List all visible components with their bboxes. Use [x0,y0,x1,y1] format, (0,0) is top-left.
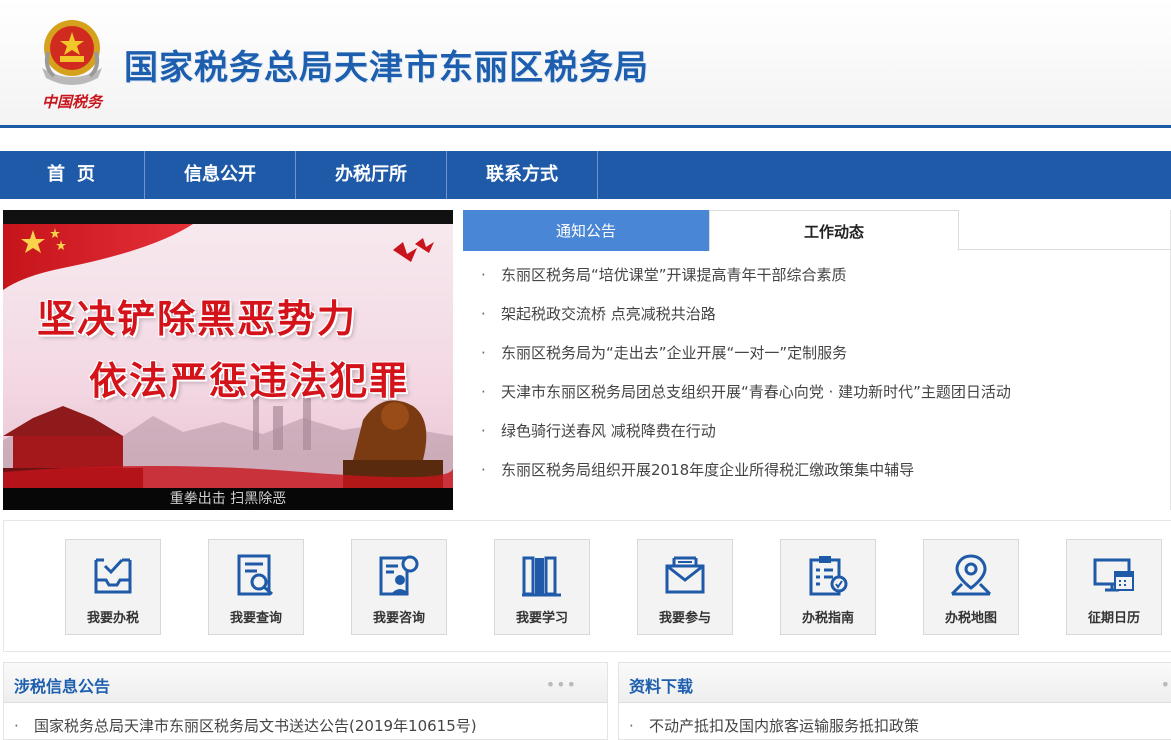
news-link[interactable]: 绿色骑行送春风 减税降费在行动 [501,422,716,440]
list-item[interactable]: · 国家税务总局天津市东丽区税务局文书送达公告(2019年10615号) [14,715,477,736]
news-list: · 东丽区税务局“培优课堂”开课提高青年干部综合素质 · 架起税政交流桥 点亮减税共… [481,264,1011,498]
list-item[interactable]: · 绿色骑行送春风 减税降费在行动 [481,420,1011,459]
tax-notice-section: 涉税信息公告 ••• · 国家税务总局天津市东丽区税务局文书送达公告(2019年1… [3,662,608,740]
quick-link-label: 我要查询 [229,611,282,626]
quick-link-tax-map[interactable]: 办税地图 [923,539,1019,635]
tab-notices[interactable]: 通知公告 [463,210,709,251]
quick-links-bar: 我要办税 我要查询 我要咨询 我要学习 我要参与 办税指南 办税地图 征期日历 [3,520,1171,652]
list-item[interactable]: · 东丽区税务局组织开展2018年度企业所得税汇缴政策集中辅导 [481,459,1011,498]
quick-link-query[interactable]: 我要查询 [208,539,304,635]
quick-link-do-tax[interactable]: 我要办税 [65,539,161,635]
section-header: 涉税信息公告 ••• [4,663,607,703]
quick-link-label: 我要参与 [658,611,711,626]
tray-check-icon [94,558,132,594]
section-title[interactable]: 涉税信息公告 [14,673,110,697]
news-link[interactable]: 东丽区税务局“培优课堂”开课提高青年干部综合素质 [501,266,847,284]
banner-caption[interactable]: 重拳出击 扫黑除恶 [3,488,453,510]
list-item[interactable]: · 东丽区税务局“培优课堂”开课提高青年干部综合素质 [481,264,1011,303]
bullet-icon: · [481,344,486,362]
section-title[interactable]: 资料下载 [629,673,693,697]
document-search-icon [237,554,273,596]
bullet-icon: · [481,383,486,401]
quick-link-participate[interactable]: 我要参与 [637,539,733,635]
notice-link[interactable]: 国家税务总局天津市东丽区税务局文书送达公告(2019年10615号) [34,717,477,735]
quick-link-learn[interactable]: 我要学习 [494,539,590,635]
bullet-icon: · [14,717,19,735]
banner-slideshow[interactable]: 坚决铲除黑恶势力 依法严惩违法犯罪 重拳出击 扫黑除恶 [3,210,453,510]
main-nav: 首页 信息公开 办税厅所 联系方式 [0,151,1171,199]
bullet-icon: · [481,461,486,479]
banner-slogan-line2: 依法严惩违法犯罪 [89,359,410,403]
nav-item-info-disclosure[interactable]: 信息公开 [145,151,296,199]
news-link[interactable]: 东丽区税务局为“走出去”企业开展“一对一”定制服务 [501,344,847,362]
quick-link-label: 办税指南 [801,611,854,626]
calendar-monitor-icon [1093,558,1134,592]
bullet-icon: · [481,266,486,284]
quick-link-label: 我要咨询 [372,611,425,626]
bullet-icon: · [629,717,634,735]
tab-work-news[interactable]: 工作动态 [709,210,959,251]
quick-link-label: 征期日历 [1087,611,1140,626]
site-title: 国家税务总局天津市东丽区税务局 [124,48,649,88]
download-link[interactable]: 不动产抵扣及国内旅客运输服务抵扣政策 [649,717,919,735]
quick-link-tax-guide[interactable]: 办税指南 [780,539,876,635]
section-header: 资料下载 • [619,663,1171,703]
svg-text:中国税务: 中国税务 [42,93,104,111]
news-link[interactable]: 东丽区税务局组织开展2018年度企业所得税汇缴政策集中辅导 [501,461,914,479]
bullet-icon: · [481,422,486,440]
list-item[interactable]: · 东丽区税务局为“走出去”企业开展“一对一”定制服务 [481,342,1011,381]
nav-item-tax-halls[interactable]: 办税厅所 [296,151,447,199]
list-item[interactable]: · 天津市东丽区税务局团总支组织开展“青春心向党 · 建功新时代”主题团日活动 [481,381,1011,420]
quick-link-label: 我要学习 [515,611,568,626]
more-icon[interactable]: • [1161,675,1171,694]
map-pin-icon [950,554,992,596]
consult-person-icon [379,555,419,596]
quick-link-consult[interactable]: 我要咨询 [351,539,447,635]
tax-emblem-logo[interactable]: 中国税务 [34,12,110,112]
site-header: 中国税务 国家税务总局天津市东丽区税务局 [0,0,1171,128]
books-icon [522,556,561,597]
quick-link-label: 我要办税 [86,611,139,626]
more-icon[interactable]: ••• [546,675,577,694]
news-tabs-panel: 通知公告 工作动态 · 东丽区税务局“培优课堂”开课提高青年干部综合素质 · 架起税… [463,210,1171,510]
quick-link-tax-calendar[interactable]: 征期日历 [1066,539,1162,635]
quick-link-label: 办税地图 [944,611,997,626]
clipboard-guide-icon [809,556,848,596]
nav-item-contact[interactable]: 联系方式 [447,151,598,199]
list-item[interactable]: · 不动产抵扣及国内旅客运输服务抵扣政策 [629,715,919,736]
envelope-icon [665,556,705,594]
list-item[interactable]: · 架起税政交流桥 点亮减税共治路 [481,303,1011,342]
banner-slogan-line1: 坚决铲除黑恶势力 [37,297,358,341]
nav-item-home[interactable]: 首页 [0,151,145,199]
downloads-section: 资料下载 • · 不动产抵扣及国内旅客运输服务抵扣政策 [618,662,1171,740]
bullet-icon: · [481,305,486,323]
tab-bar: 通知公告 工作动态 [463,210,1171,251]
news-link[interactable]: 天津市东丽区税务局团总支组织开展“青春心向党 · 建功新时代”主题团日活动 [501,383,1011,401]
news-link[interactable]: 架起税政交流桥 点亮减税共治路 [501,305,716,323]
